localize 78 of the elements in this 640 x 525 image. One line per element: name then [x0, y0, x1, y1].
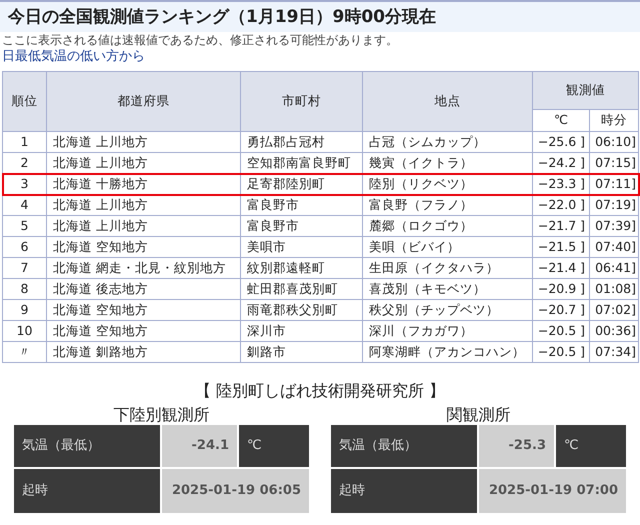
table-cell: −21.5 ]: [532, 236, 590, 258]
table-cell: 北海道 空知地方: [46, 236, 240, 258]
column-header: ℃: [532, 110, 590, 132]
table-cell: 勇払郡占冠村: [240, 132, 362, 152]
table-cell: −21.7 ]: [532, 216, 590, 236]
table-cell: 07:40]: [590, 236, 638, 258]
table-cell: 北海道 上川地方: [46, 132, 240, 152]
table-cell: 喜茂別（キモベツ）: [362, 278, 532, 300]
table-cell: 麓郷（ロクゴウ）: [362, 216, 532, 236]
station-title: 関観測所: [446, 405, 512, 425]
station-title: 下陸別観測所: [112, 405, 210, 425]
table-cell: 07:19]: [590, 194, 638, 216]
column-header: 都道府県: [46, 72, 240, 132]
table-cell: 紋別郡遠軽町: [240, 258, 362, 278]
table-cell: 5: [2, 216, 46, 236]
table-cell: 07:02]: [590, 300, 638, 320]
table-cell: 北海道 上川地方: [46, 194, 240, 216]
table-cell: 北海道 上川地方: [46, 216, 240, 236]
column-header: 順位: [2, 72, 46, 132]
table-cell: 北海道 空知地方: [46, 300, 240, 320]
table-cell: 8: [2, 278, 46, 300]
table-cell: 美唄市: [240, 236, 362, 258]
value-cell: -25.3: [479, 425, 554, 467]
label-cell: 気温（最低）: [331, 425, 477, 467]
label-cell: 起時: [14, 469, 160, 513]
table-cell: −20.5 ]: [532, 342, 590, 362]
table-cell: 07:34]: [590, 342, 638, 362]
table-cell: −20.5 ]: [532, 320, 590, 342]
table-cell: 07:39]: [590, 216, 638, 236]
table-cell: 00:36]: [590, 320, 638, 342]
table-cell: 1: [2, 132, 46, 152]
table-cell: 深川（フカガワ）: [362, 320, 532, 342]
table-cell: 釧路市: [240, 342, 362, 362]
value-cell: 2025-01-19 07:00: [479, 469, 626, 513]
table-cell: 2: [2, 152, 46, 174]
sort-subtitle: 日最低気温の低い方から: [1, 48, 146, 66]
column-header: 地点: [362, 72, 532, 132]
table-cell: 深川市: [240, 320, 362, 342]
table-cell: 秩父別（チップベツ）: [362, 300, 532, 320]
table-cell: 6: [2, 236, 46, 258]
table-cell: 06:41]: [590, 258, 638, 278]
table-cell: 7: [2, 258, 46, 278]
table-cell: 富良野（フラノ）: [362, 194, 532, 216]
table-cell: 阿寒湖畔（アカンコハン）: [362, 342, 532, 362]
table-cell: 富良野市: [240, 194, 362, 216]
unit-cell: ℃: [556, 425, 626, 467]
column-header: 時分: [590, 110, 638, 132]
table-cell: −25.6 ]: [532, 132, 590, 152]
table-cell: 北海道 空知地方: [46, 320, 240, 342]
table-cell: 富良野市: [240, 216, 362, 236]
column-header: 観測値: [532, 72, 638, 110]
label-cell: 起時: [331, 469, 477, 513]
table-cell: 美唄（ビバイ）: [362, 236, 532, 258]
table-cell: −21.4 ]: [532, 258, 590, 278]
table-cell: 占冠（シムカップ）: [362, 132, 532, 152]
table-cell: 北海道 釧路地方: [46, 342, 240, 362]
table-cell: 北海道 網走・北見・紋別地方: [46, 258, 240, 278]
table-cell: −20.9 ]: [532, 278, 590, 300]
table-cell: −22.0 ]: [532, 194, 590, 216]
column-header: 市町村: [240, 72, 362, 132]
table-cell: 北海道 後志地方: [46, 278, 240, 300]
notice-text: ここに表示される値は速報値であるため、修正される可能性があります。: [1, 32, 399, 48]
unit-cell: ℃: [239, 425, 309, 467]
page-title: 今日の全国観測値ランキング（1月19日）9時00分現在: [0, 0, 640, 32]
table-cell: 10: [2, 320, 46, 342]
value-cell: -24.1: [162, 425, 237, 467]
table-cell: 9: [2, 300, 46, 320]
table-cell: 雨竜郡秩父別町: [240, 300, 362, 320]
table-cell: 01:08]: [590, 278, 638, 300]
institute-title: 【 陸別町しばれ技術開発研究所 】: [194, 381, 446, 401]
table-cell: −20.7 ]: [532, 300, 590, 320]
table-cell: 06:10]: [590, 132, 638, 152]
label-cell: 気温（最低）: [14, 425, 160, 467]
table-cell: 4: [2, 194, 46, 216]
value-cell: 2025-01-19 06:05: [162, 469, 309, 513]
table-cell: 生田原（イクタハラ）: [362, 258, 532, 278]
table-cell: 虻田郡喜茂別町: [240, 278, 362, 300]
table-cell: 〃: [2, 342, 46, 362]
